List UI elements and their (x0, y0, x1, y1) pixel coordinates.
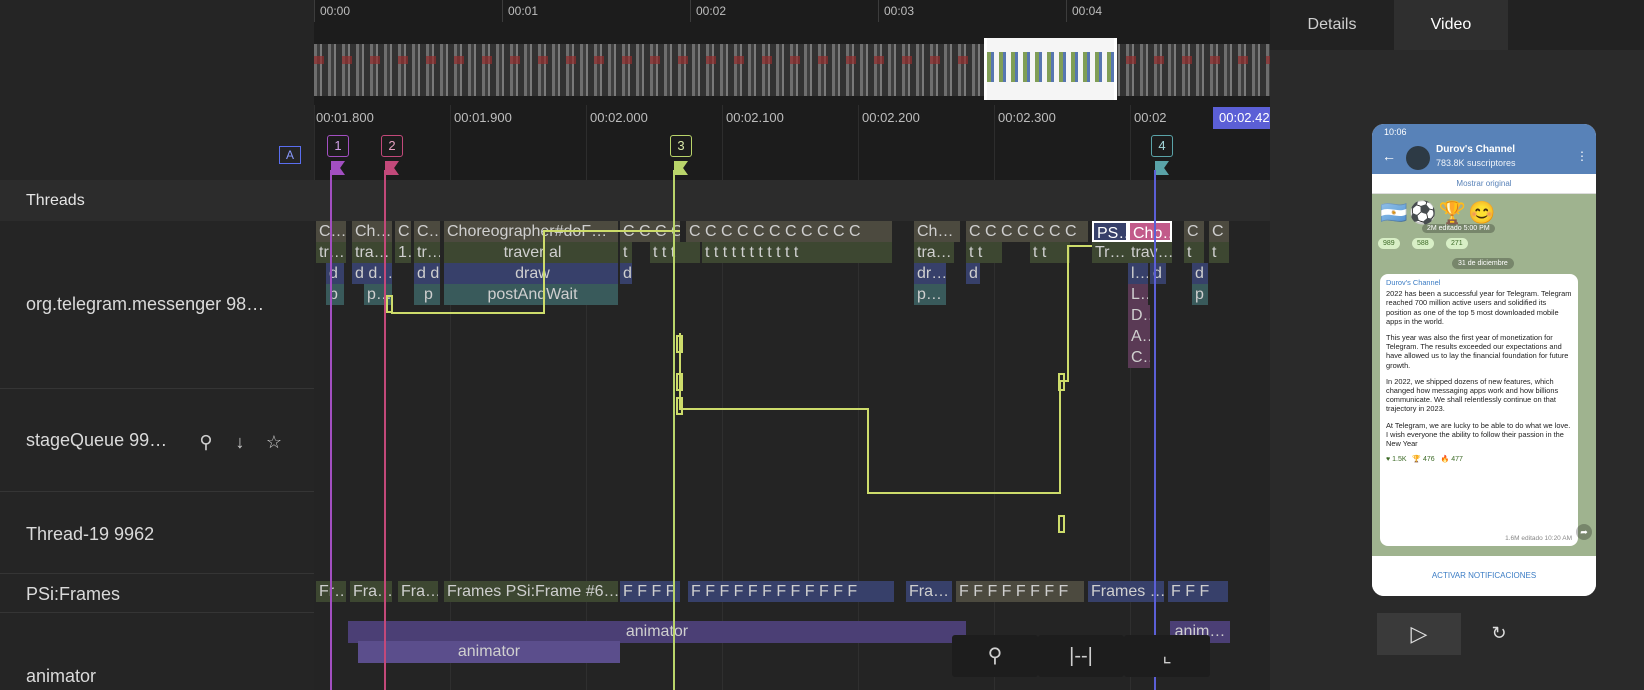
flow-arrows (391, 230, 1092, 494)
overview-label: 00:03 (884, 4, 915, 18)
ruler-label: 00:02.300 (998, 110, 1056, 125)
ruler-label: 00:01.900 (454, 110, 512, 125)
translate-bar: Mostrar original (1372, 174, 1596, 194)
selected-slice-box (676, 397, 683, 415)
threads-header[interactable]: Threads (0, 180, 1270, 221)
sync-icon: ↻ (1491, 623, 1507, 643)
overview-label: 00:01 (508, 4, 539, 18)
ruler-label: 00:01.800 (316, 110, 374, 125)
timeline-ruler[interactable]: 00:01.800 00:01.900 00:02.000 00:02.100 … (314, 105, 1270, 180)
message-paragraph: 2022 has been a successful year for Tele… (1386, 289, 1572, 326)
track-label-telegram[interactable]: org.telegram.messenger 98… (26, 294, 264, 315)
share-icon: ➦ (1576, 524, 1592, 540)
ruler-label: 00:02.200 (862, 110, 920, 125)
overview-label: 00:00 (320, 4, 351, 18)
video-frame: 10:06 ← Durov's Channel 783.8K suscripto… (1372, 124, 1596, 596)
annotation-button[interactable]: A (279, 146, 301, 164)
overview-label: 00:02 (696, 4, 727, 18)
panel-tabs: Details Video (1270, 0, 1644, 50)
crop-icon: ⌞ (1162, 645, 1172, 667)
track-label-stage-queue[interactable]: stageQueue 99… (26, 430, 167, 451)
date-chip: 31 de diciembre (1452, 258, 1514, 269)
search-icon: ⚲ (987, 645, 1003, 667)
star-icon[interactable]: ☆ (264, 432, 284, 452)
phone-status-bar: 10:06 (1372, 124, 1596, 142)
selected-slice-box (676, 335, 683, 353)
selected-slice-box (676, 373, 683, 391)
fit-range-button[interactable]: |--| (1038, 635, 1124, 677)
flag-icon (331, 161, 345, 175)
flag-icon (1155, 161, 1169, 175)
arrow-down-icon[interactable]: ↓ (230, 432, 250, 452)
sync-button[interactable]: ↻ (1486, 620, 1512, 646)
channel-name: Durov's Channel (1436, 144, 1516, 155)
bubble-reactions: ♥ 1.5K 🏆 476 🔥 477 (1386, 456, 1463, 464)
message-paragraph: This year was also the first year of mon… (1386, 333, 1569, 370)
current-time-marker: 00:02.42 (1213, 107, 1270, 129)
overview-thumbnails (314, 44, 1270, 96)
crop-button[interactable]: ⌞ (1124, 635, 1210, 677)
bubble-channel: Durov's Channel (1386, 278, 1441, 287)
avatar (1406, 146, 1430, 170)
more-vertical-icon: ⋮ (1576, 149, 1588, 163)
fit-range-icon: |--| (1069, 645, 1093, 667)
zoom-button[interactable]: ⚲ (952, 635, 1038, 677)
selected-slice-box (1058, 515, 1065, 533)
track-label-psi-frames[interactable]: PSi:Frames (26, 584, 120, 605)
flag-line-3 (673, 170, 675, 690)
threads-header-label: Threads (26, 192, 85, 209)
track-area[interactable]: C… Ch… C C… Choreographer#doF… C C C C C… (314, 221, 1270, 690)
overview-selection-window[interactable] (984, 38, 1117, 100)
phone-app-bar: ← Durov's Channel 783.8K suscriptores ⋮ (1372, 142, 1596, 174)
flag-2[interactable]: 2 (381, 135, 403, 157)
reaction-badge: 588 (1412, 238, 1434, 249)
reaction-badge: 271 (1446, 238, 1468, 249)
emoji-row-icon: 🇦🇷⚽🏆😊 (1380, 200, 1498, 225)
tab-video[interactable]: Video (1394, 0, 1508, 50)
timeline-overview[interactable]: 00:00 00:01 00:02 00:03 00:04 (314, 0, 1270, 105)
flag-icon (674, 161, 688, 175)
selected-slice-box (1058, 373, 1065, 391)
selected-slice-box (386, 295, 393, 313)
views-badge: 2M editado 5:00 PM (1422, 224, 1495, 233)
phone-time: 10:06 (1384, 127, 1407, 137)
flag-4[interactable]: 4 (1151, 135, 1173, 157)
tab-details[interactable]: Details (1270, 0, 1394, 50)
message-bubble: Durov's Channel 2022 has been a successf… (1380, 274, 1578, 546)
play-icon: ▷ (1410, 621, 1428, 646)
ruler-label: 00:02 (1134, 110, 1167, 125)
overview-label: 00:04 (1072, 4, 1103, 18)
back-arrow-icon: ← (1382, 148, 1396, 164)
track-label-animator[interactable]: animator (26, 666, 96, 687)
message-meta: 1.6M editado 10:20 AM (1505, 534, 1572, 542)
message-paragraph: In 2022, we shipped dozens of new featur… (1386, 376, 1559, 414)
track-actions: ⚲ ↓ ☆ (196, 432, 284, 452)
reaction-badge: 989 (1378, 238, 1400, 249)
flag-3[interactable]: 3 (670, 135, 692, 157)
flag-line-1 (330, 170, 332, 690)
notifications-bar: ACTIVAR NOTIFICACIONES (1372, 556, 1596, 596)
track-label-thread-19[interactable]: Thread-19 9962 (26, 524, 154, 545)
flag-line-4 (1154, 170, 1156, 690)
details-panel: Details Video 10:06 ← Durov's Channel 78… (1270, 0, 1644, 690)
message-paragraph: At Telegram, we are lucky to be able to … (1386, 420, 1571, 449)
flag-icon (385, 161, 399, 175)
flag-1[interactable]: 1 (327, 135, 349, 157)
flag-line-2 (384, 170, 386, 690)
ruler-label: 00:02.100 (726, 110, 784, 125)
search-icon[interactable]: ⚲ (196, 432, 216, 452)
channel-subscribers: 783.8K suscriptores (1436, 158, 1516, 168)
play-button[interactable]: ▷ (1377, 613, 1461, 655)
ruler-label: 00:02.000 (590, 110, 648, 125)
chat-area: 🇦🇷⚽🏆😊 2M editado 5:00 PM 989 588 271 31 … (1372, 194, 1596, 556)
